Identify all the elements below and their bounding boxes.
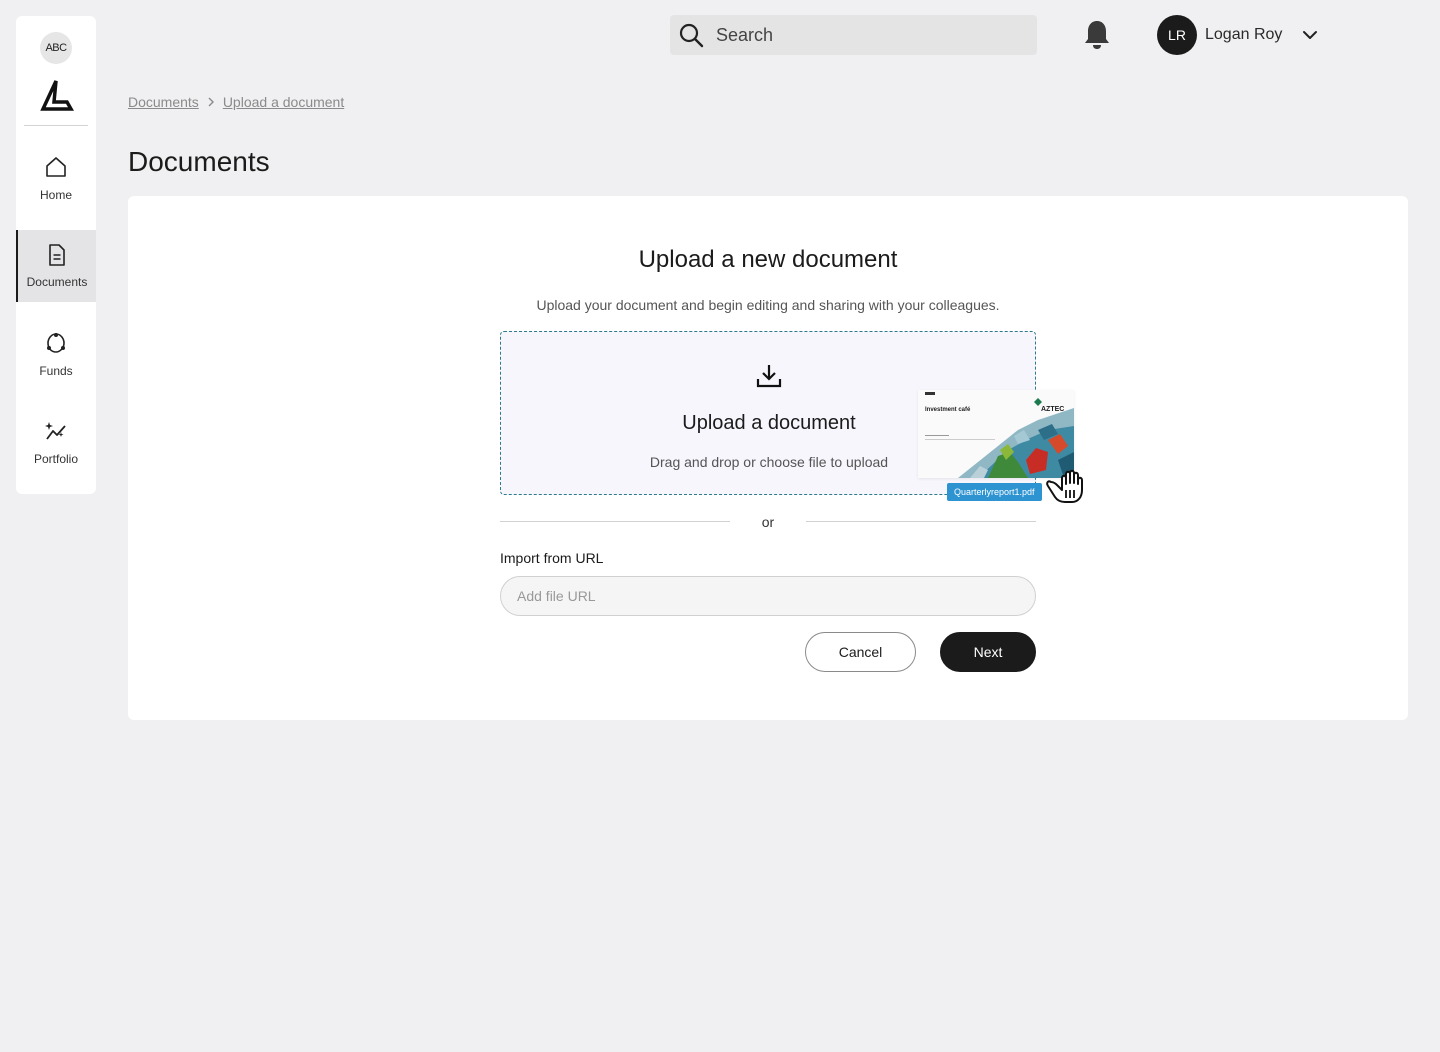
portfolio-icon [45,421,66,440]
breadcrumb: Documents Upload a document [128,94,344,110]
url-label: Import from URL [500,550,604,566]
breadcrumb-upload-document[interactable]: Upload a document [223,94,344,110]
breadcrumb-documents[interactable]: Documents [128,94,199,110]
avatar[interactable]: LR [1157,15,1197,55]
upload-subtitle: Upload your document and begin editing a… [536,297,1000,313]
chevron-down-icon[interactable] [1300,25,1320,45]
sidebar-item-funds[interactable]: Funds [16,318,96,390]
document-icon [49,243,65,266]
page-title: Documents [128,146,270,177]
sidebar-item-label: Documents [26,274,88,289]
org-badge[interactable]: ABC [40,32,72,64]
home-icon [46,156,66,177]
funds-icon [47,332,65,353]
drag-preview: Investment café AZTEC Quarterlyreport1.p… [918,390,1088,508]
user-menu[interactable]: LR Logan Roy [1157,15,1320,55]
sidebar-item-home[interactable]: Home [16,142,96,214]
bell-icon[interactable] [1082,19,1112,51]
next-button[interactable]: Next [940,632,1036,672]
grab-hand-cursor-icon [1046,469,1083,503]
search-bar[interactable] [670,15,1037,55]
upload-card: Upload a new document Upload your docume… [128,196,1408,720]
brand-logo-icon[interactable] [40,78,74,112]
sidebar-item-portfolio[interactable]: Portfolio [16,406,96,478]
user-name[interactable]: Logan Roy [1205,26,1282,44]
sidebar: ABC Home Documents Funds Portfolio [16,16,96,494]
divider-line-right [806,521,1036,522]
search-input[interactable] [716,24,1016,46]
search-icon [679,23,704,48]
chevron-right-icon [208,97,214,107]
sidebar-item-label: Funds [39,363,73,378]
file-url-input[interactable] [500,576,1036,616]
download-icon [756,365,782,388]
sidebar-item-documents[interactable]: Documents [16,230,96,302]
sidebar-item-label: Portfolio [33,451,79,466]
or-divider: or [500,512,1036,532]
sidebar-divider [24,125,88,126]
or-label: or [761,514,775,530]
upload-title: Upload a new document [638,246,898,273]
file-name-tag: Quarterlyreport1.pdf [947,483,1042,501]
sidebar-item-label: Home [39,187,72,202]
cancel-button[interactable]: Cancel [805,632,916,672]
